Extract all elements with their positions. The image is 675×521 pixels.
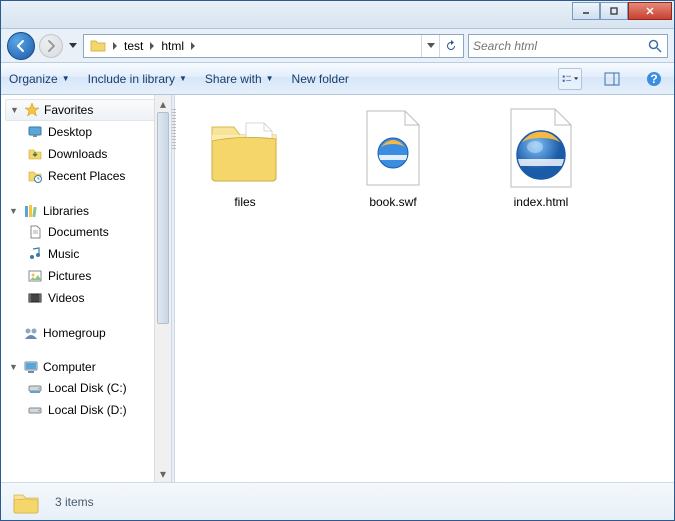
- sidebar-item-local-disk-c[interactable]: Local Disk (C:): [5, 377, 171, 399]
- search-box[interactable]: [468, 34, 668, 58]
- sidebar-item-label: Downloads: [48, 147, 107, 161]
- chevron-down-icon: ▼: [9, 362, 19, 372]
- title-bar: [1, 1, 674, 29]
- documents-icon: [27, 224, 43, 240]
- videos-icon: [27, 290, 43, 306]
- homegroup-icon: [23, 325, 39, 341]
- navigation-bar: test html: [1, 29, 674, 63]
- sidebar-item-videos[interactable]: Videos: [5, 287, 171, 309]
- ie-file-icon: [353, 109, 433, 189]
- sidebar-item-local-disk-d[interactable]: Local Disk (D:): [5, 399, 171, 421]
- sidebar-item-label: Pictures: [48, 269, 91, 283]
- sidebar-item-label: Documents: [48, 225, 109, 239]
- maximize-button[interactable]: [600, 2, 628, 20]
- status-text: 3 items: [55, 495, 94, 509]
- nav-history-dropdown[interactable]: [67, 36, 79, 56]
- navigation-pane: ▼ Favorites Desktop Downloads Rece: [1, 95, 171, 482]
- body: ▼ Favorites Desktop Downloads Rece: [1, 95, 674, 482]
- organize-button[interactable]: Organize▼: [9, 72, 70, 86]
- sidebar-item-downloads[interactable]: Downloads: [5, 143, 171, 165]
- search-icon[interactable]: [647, 38, 663, 54]
- refresh-button[interactable]: [439, 35, 461, 57]
- breadcrumb-segment[interactable]: html: [157, 39, 188, 53]
- favorites-header[interactable]: ▼ Favorites: [5, 99, 171, 121]
- minimize-button[interactable]: [572, 2, 600, 20]
- sidebar-item-label: Music: [48, 247, 79, 261]
- search-input[interactable]: [473, 39, 647, 53]
- homegroup-header[interactable]: ▶ Homegroup: [5, 323, 171, 343]
- computer-icon: [23, 359, 39, 375]
- window-controls: [572, 2, 672, 20]
- pictures-icon: [27, 268, 43, 284]
- desktop-icon: [27, 124, 43, 140]
- sidebar-item-music[interactable]: Music: [5, 243, 171, 265]
- sidebar-item-label: Desktop: [48, 125, 92, 139]
- file-item-swf[interactable]: book.swf: [333, 105, 453, 213]
- breadcrumb-arrow[interactable]: [188, 42, 198, 50]
- scroll-thumb[interactable]: [157, 112, 169, 324]
- help-button[interactable]: ?: [642, 68, 666, 90]
- scroll-track[interactable]: [155, 112, 171, 465]
- svg-text:?: ?: [650, 72, 657, 86]
- chevron-down-icon: ▼: [9, 206, 19, 216]
- scroll-down-button[interactable]: ▾: [155, 465, 171, 482]
- pane-splitter[interactable]: [171, 95, 175, 482]
- sidebar-scrollbar[interactable]: ▴ ▾: [154, 95, 171, 482]
- star-icon: [24, 102, 40, 118]
- homegroup-group: ▶ Homegroup: [5, 323, 171, 343]
- status-bar: 3 items: [1, 482, 674, 520]
- music-icon: [27, 246, 43, 262]
- scroll-up-button[interactable]: ▴: [155, 95, 171, 112]
- file-label: files: [234, 195, 255, 209]
- address-dropdown[interactable]: [421, 35, 439, 57]
- file-list-pane[interactable]: files book.swf: [175, 95, 674, 482]
- homegroup-label: Homegroup: [43, 326, 106, 340]
- breadcrumb-segment[interactable]: test: [120, 39, 147, 53]
- include-in-library-button[interactable]: Include in library▼: [88, 72, 187, 86]
- back-button[interactable]: [7, 32, 35, 60]
- preview-pane-button[interactable]: [600, 68, 624, 90]
- sidebar-item-label: Recent Places: [48, 169, 125, 183]
- file-item-folder[interactable]: files: [185, 105, 305, 213]
- explorer-window: test html Organize▼ Include in library▼ …: [0, 0, 675, 521]
- file-label: book.swf: [369, 195, 416, 209]
- file-label: index.html: [514, 195, 569, 209]
- address-bar[interactable]: test html: [83, 34, 464, 58]
- folder-icon: [89, 37, 107, 55]
- disk-icon: [27, 380, 43, 396]
- favorites-group: ▼ Favorites Desktop Downloads Rece: [5, 99, 171, 187]
- breadcrumb-root-arrow[interactable]: [110, 42, 120, 50]
- libraries-icon: [23, 203, 39, 219]
- sidebar-item-label: Local Disk (C:): [48, 381, 127, 395]
- folder-icon: [205, 109, 285, 189]
- sidebar-item-label: Videos: [48, 291, 84, 305]
- libraries-label: Libraries: [43, 204, 89, 218]
- command-toolbar: Organize▼ Include in library▼ Share with…: [1, 63, 674, 95]
- sidebar-item-label: Local Disk (D:): [48, 403, 127, 417]
- downloads-icon: [27, 146, 43, 162]
- new-folder-button[interactable]: New folder: [292, 72, 349, 86]
- sidebar-item-documents[interactable]: Documents: [5, 221, 171, 243]
- favorites-label: Favorites: [44, 103, 93, 117]
- sidebar-item-desktop[interactable]: Desktop: [5, 121, 171, 143]
- sidebar-item-recent-places[interactable]: Recent Places: [5, 165, 171, 187]
- file-item-html[interactable]: index.html: [481, 105, 601, 213]
- recent-icon: [27, 168, 43, 184]
- ie-file-icon: [501, 109, 581, 189]
- share-with-button[interactable]: Share with▼: [205, 72, 274, 86]
- computer-group: ▼ Computer Local Disk (C:) Local Disk (D…: [5, 357, 171, 421]
- disk-icon: [27, 402, 43, 418]
- folder-icon: [11, 489, 41, 515]
- view-mode-button[interactable]: [558, 68, 582, 90]
- forward-button[interactable]: [39, 34, 63, 58]
- libraries-group: ▼ Libraries Documents Music Pictur: [5, 201, 171, 309]
- libraries-header[interactable]: ▼ Libraries: [5, 201, 171, 221]
- sidebar-item-pictures[interactable]: Pictures: [5, 265, 171, 287]
- breadcrumb-arrow[interactable]: [147, 42, 157, 50]
- close-button[interactable]: [628, 2, 672, 20]
- computer-label: Computer: [43, 360, 96, 374]
- computer-header[interactable]: ▼ Computer: [5, 357, 171, 377]
- chevron-down-icon: ▼: [10, 105, 20, 115]
